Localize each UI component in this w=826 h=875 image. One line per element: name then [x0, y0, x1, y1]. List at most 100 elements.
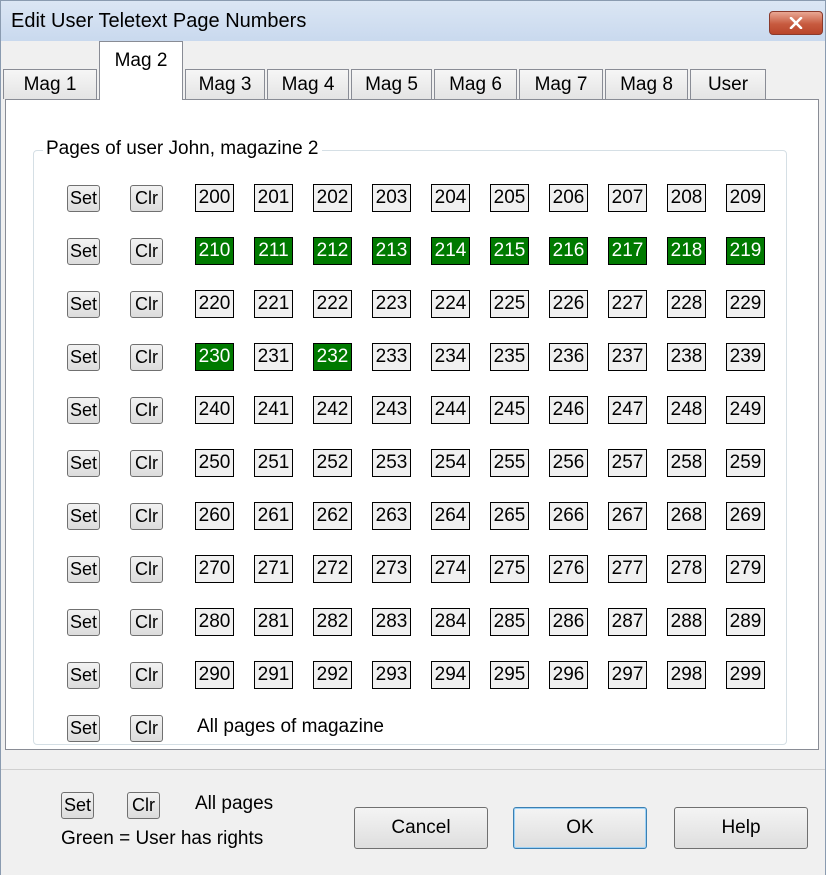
page-toggle-289[interactable]: 289: [726, 608, 765, 636]
page-toggle-226[interactable]: 226: [549, 290, 588, 318]
page-toggle-288[interactable]: 288: [667, 608, 706, 636]
page-toggle-207[interactable]: 207: [608, 184, 647, 212]
page-toggle-260[interactable]: 260: [195, 502, 234, 530]
page-toggle-284[interactable]: 284: [431, 608, 470, 636]
set-row-button[interactable]: Set: [67, 450, 100, 477]
clr-magazine-button[interactable]: Clr: [130, 715, 163, 742]
page-toggle-215[interactable]: 215: [490, 237, 529, 265]
set-row-button[interactable]: Set: [67, 344, 100, 371]
page-toggle-265[interactable]: 265: [490, 502, 529, 530]
set-row-button[interactable]: Set: [67, 662, 100, 689]
clr-row-button[interactable]: Clr: [130, 503, 163, 530]
page-toggle-274[interactable]: 274: [431, 555, 470, 583]
page-toggle-216[interactable]: 216: [549, 237, 588, 265]
page-toggle-259[interactable]: 259: [726, 449, 765, 477]
cancel-button[interactable]: Cancel: [354, 807, 488, 849]
page-toggle-275[interactable]: 275: [490, 555, 529, 583]
page-toggle-202[interactable]: 202: [313, 184, 352, 212]
tab-mag-6[interactable]: Mag 6: [434, 69, 517, 99]
page-toggle-219[interactable]: 219: [726, 237, 765, 265]
page-toggle-242[interactable]: 242: [313, 396, 352, 424]
page-toggle-203[interactable]: 203: [372, 184, 411, 212]
page-toggle-273[interactable]: 273: [372, 555, 411, 583]
set-magazine-button[interactable]: Set: [67, 715, 100, 742]
set-row-button[interactable]: Set: [67, 185, 100, 212]
page-toggle-277[interactable]: 277: [608, 555, 647, 583]
page-toggle-281[interactable]: 281: [254, 608, 293, 636]
page-toggle-278[interactable]: 278: [667, 555, 706, 583]
tab-mag-2[interactable]: Mag 2: [99, 41, 183, 100]
page-toggle-252[interactable]: 252: [313, 449, 352, 477]
page-toggle-208[interactable]: 208: [667, 184, 706, 212]
page-toggle-218[interactable]: 218: [667, 237, 706, 265]
page-toggle-293[interactable]: 293: [372, 661, 411, 689]
page-toggle-221[interactable]: 221: [254, 290, 293, 318]
page-toggle-244[interactable]: 244: [431, 396, 470, 424]
page-toggle-266[interactable]: 266: [549, 502, 588, 530]
page-toggle-271[interactable]: 271: [254, 555, 293, 583]
tab-mag-4[interactable]: Mag 4: [267, 69, 349, 99]
clr-row-button[interactable]: Clr: [130, 397, 163, 424]
page-toggle-214[interactable]: 214: [431, 237, 470, 265]
page-toggle-234[interactable]: 234: [431, 343, 470, 371]
clr-row-button[interactable]: Clr: [130, 450, 163, 477]
set-row-button[interactable]: Set: [67, 503, 100, 530]
clr-row-button[interactable]: Clr: [130, 344, 163, 371]
tab-mag-5[interactable]: Mag 5: [351, 69, 432, 99]
page-toggle-250[interactable]: 250: [195, 449, 234, 477]
set-row-button[interactable]: Set: [67, 609, 100, 636]
close-button[interactable]: [769, 11, 823, 35]
page-toggle-268[interactable]: 268: [667, 502, 706, 530]
clr-row-button[interactable]: Clr: [130, 609, 163, 636]
page-toggle-298[interactable]: 298: [667, 661, 706, 689]
page-toggle-296[interactable]: 296: [549, 661, 588, 689]
page-toggle-200[interactable]: 200: [195, 184, 234, 212]
help-button[interactable]: Help: [674, 807, 808, 849]
page-toggle-295[interactable]: 295: [490, 661, 529, 689]
page-toggle-290[interactable]: 290: [195, 661, 234, 689]
page-toggle-213[interactable]: 213: [372, 237, 411, 265]
page-toggle-251[interactable]: 251: [254, 449, 293, 477]
page-toggle-272[interactable]: 272: [313, 555, 352, 583]
page-toggle-241[interactable]: 241: [254, 396, 293, 424]
page-toggle-263[interactable]: 263: [372, 502, 411, 530]
page-toggle-222[interactable]: 222: [313, 290, 352, 318]
set-all-pages-button[interactable]: Set: [61, 792, 94, 819]
tab-mag-7[interactable]: Mag 7: [519, 69, 603, 99]
page-toggle-258[interactable]: 258: [667, 449, 706, 477]
page-toggle-253[interactable]: 253: [372, 449, 411, 477]
page-toggle-245[interactable]: 245: [490, 396, 529, 424]
page-toggle-239[interactable]: 239: [726, 343, 765, 371]
page-toggle-280[interactable]: 280: [195, 608, 234, 636]
clr-row-button[interactable]: Clr: [130, 185, 163, 212]
page-toggle-204[interactable]: 204: [431, 184, 470, 212]
page-toggle-287[interactable]: 287: [608, 608, 647, 636]
page-toggle-255[interactable]: 255: [490, 449, 529, 477]
page-toggle-220[interactable]: 220: [195, 290, 234, 318]
page-toggle-283[interactable]: 283: [372, 608, 411, 636]
page-toggle-256[interactable]: 256: [549, 449, 588, 477]
page-toggle-285[interactable]: 285: [490, 608, 529, 636]
page-toggle-236[interactable]: 236: [549, 343, 588, 371]
page-toggle-211[interactable]: 211: [254, 237, 293, 265]
page-toggle-209[interactable]: 209: [726, 184, 765, 212]
page-toggle-261[interactable]: 261: [254, 502, 293, 530]
page-toggle-228[interactable]: 228: [667, 290, 706, 318]
clr-row-button[interactable]: Clr: [130, 662, 163, 689]
page-toggle-291[interactable]: 291: [254, 661, 293, 689]
page-toggle-232[interactable]: 232: [313, 343, 352, 371]
page-toggle-233[interactable]: 233: [372, 343, 411, 371]
page-toggle-231[interactable]: 231: [254, 343, 293, 371]
page-toggle-210[interactable]: 210: [195, 237, 234, 265]
page-toggle-205[interactable]: 205: [490, 184, 529, 212]
set-row-button[interactable]: Set: [67, 238, 100, 265]
clr-row-button[interactable]: Clr: [130, 238, 163, 265]
page-toggle-238[interactable]: 238: [667, 343, 706, 371]
page-toggle-292[interactable]: 292: [313, 661, 352, 689]
page-toggle-279[interactable]: 279: [726, 555, 765, 583]
page-toggle-240[interactable]: 240: [195, 396, 234, 424]
page-toggle-264[interactable]: 264: [431, 502, 470, 530]
page-toggle-235[interactable]: 235: [490, 343, 529, 371]
page-toggle-294[interactable]: 294: [431, 661, 470, 689]
page-toggle-262[interactable]: 262: [313, 502, 352, 530]
